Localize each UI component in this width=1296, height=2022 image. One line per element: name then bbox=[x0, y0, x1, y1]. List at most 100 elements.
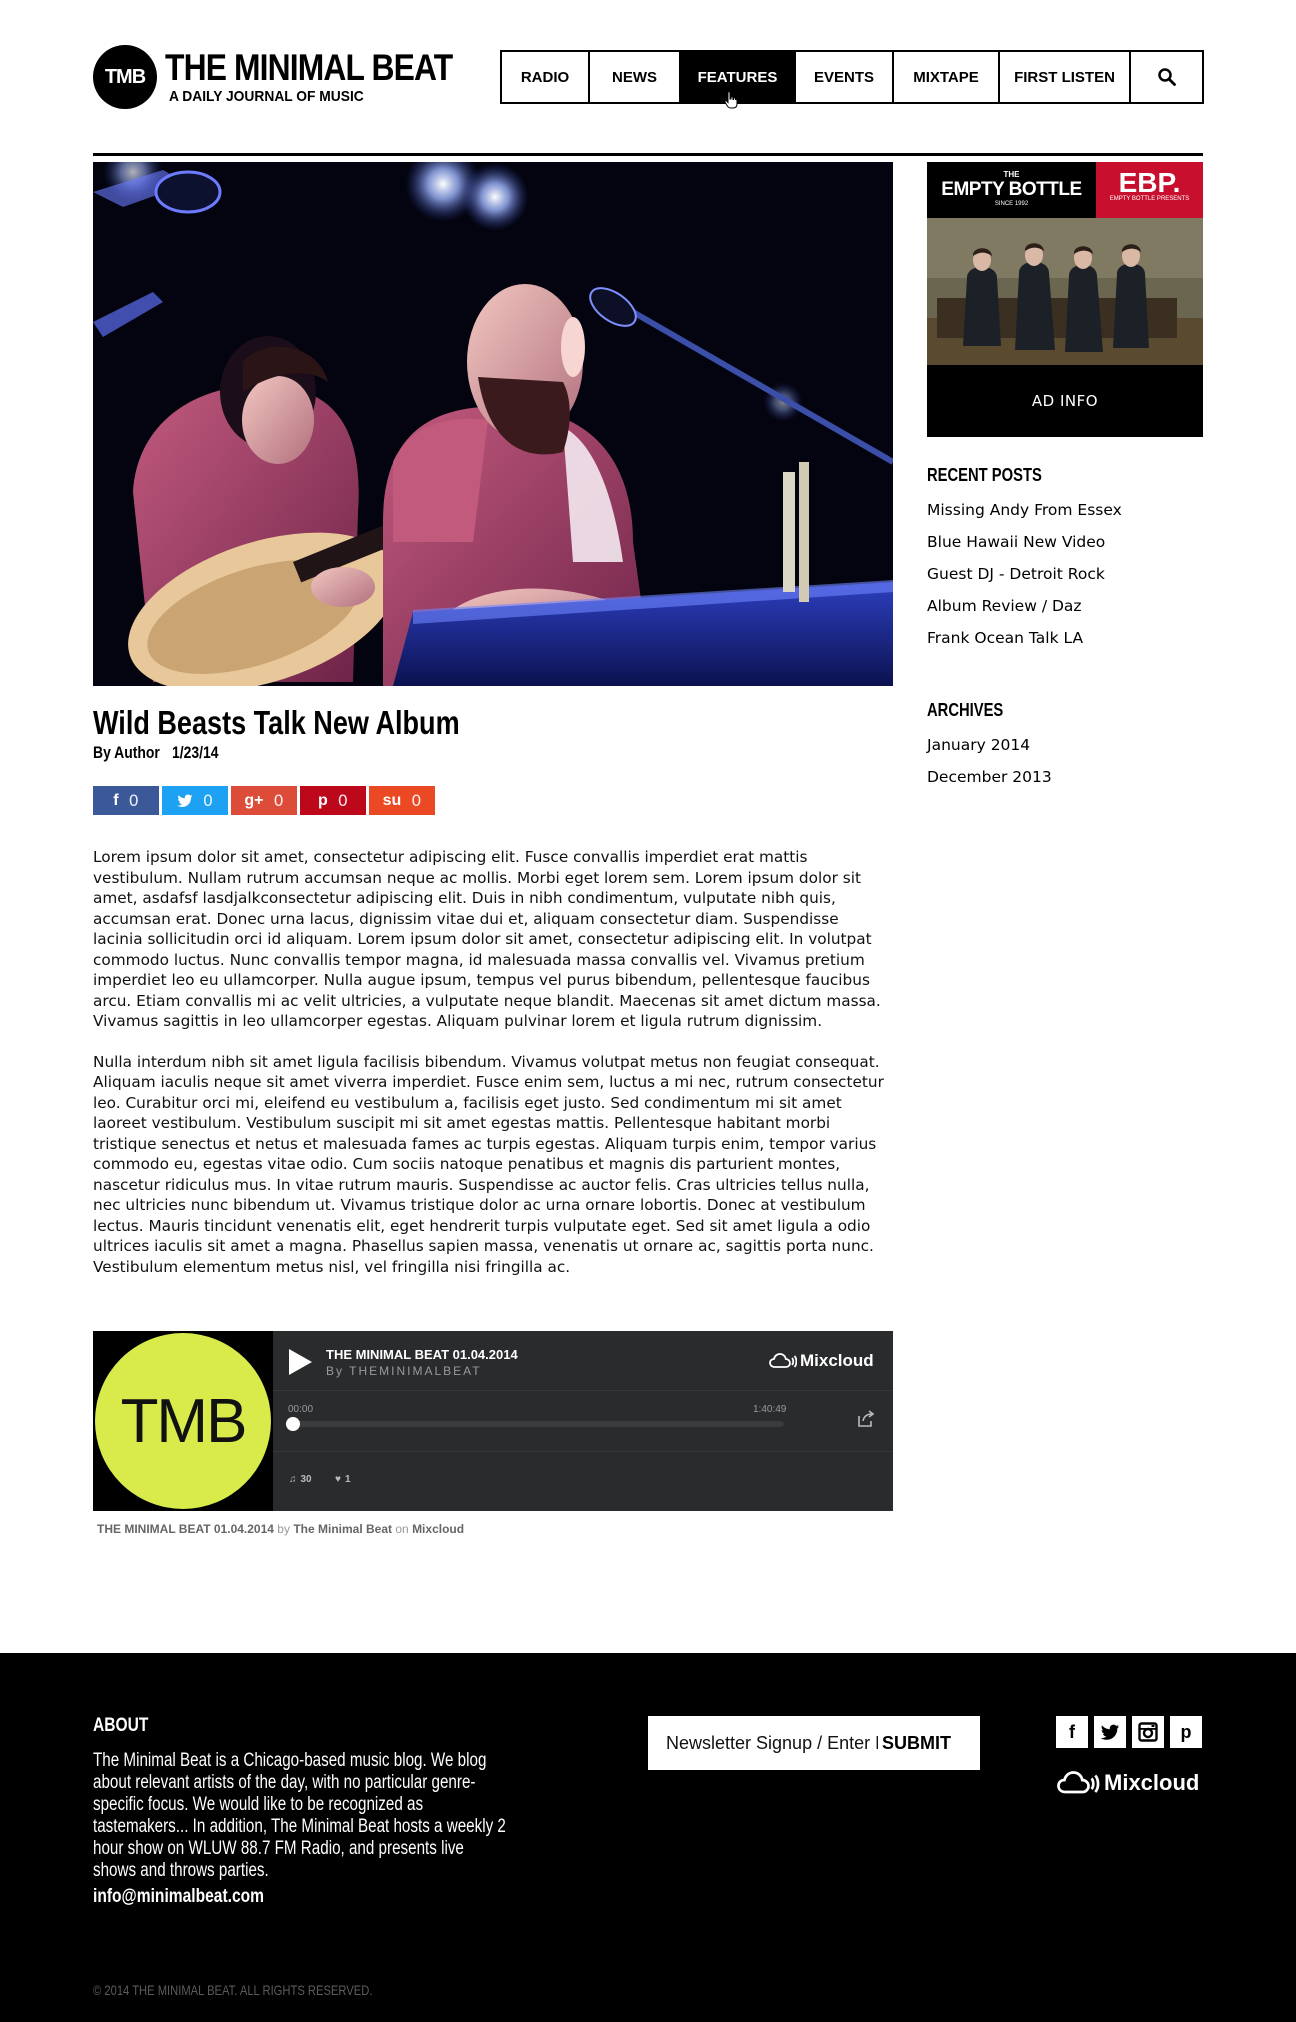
post-paragraph: Lorem ipsum dolor sit amet, consectetur … bbox=[93, 848, 881, 1030]
pinterest-icon[interactable]: p bbox=[1170, 1716, 1202, 1748]
about-heading: ABOUT bbox=[93, 1715, 149, 1736]
post-paragraph: Nulla interdum nibh sit amet ligula faci… bbox=[93, 1052, 884, 1276]
nav-item-radio[interactable]: RADIO bbox=[502, 52, 590, 102]
nav-item-features[interactable]: FEATURES bbox=[681, 52, 796, 102]
search-button[interactable] bbox=[1131, 52, 1202, 102]
share-count: 0 bbox=[128, 791, 139, 810]
like-count-value: 1 bbox=[344, 1474, 351, 1485]
share-stumbleupon-button[interactable]: su 0 bbox=[369, 786, 435, 815]
share-count: 0 bbox=[202, 791, 214, 810]
post-meta: By Author 1/23/14 bbox=[93, 743, 227, 763]
twitter-icon[interactable] bbox=[1094, 1716, 1126, 1748]
heart-icon: ♥ bbox=[335, 1474, 341, 1485]
pinterest-icon: p bbox=[318, 791, 328, 809]
share-count: 0 bbox=[273, 791, 284, 810]
ad-empty-bottle-logo: THE EMPTY BOTTLE SINCE 1992 bbox=[927, 162, 1096, 218]
post-author[interactable]: By Author bbox=[93, 743, 160, 762]
google-plus-icon: g+ bbox=[244, 791, 264, 809]
newsletter-submit-button[interactable]: SUBMIT bbox=[882, 1733, 951, 1754]
ad-ebp-mark: EBP. bbox=[1118, 167, 1181, 198]
progress-knob[interactable] bbox=[286, 1417, 300, 1431]
mixcloud-cloud-icon bbox=[769, 1353, 797, 1368]
archive-link[interactable]: December 2013 bbox=[927, 767, 1052, 799]
hand-cursor-icon bbox=[724, 91, 738, 109]
twitter-glyph bbox=[1100, 1724, 1120, 1740]
share-count: 0 bbox=[337, 791, 348, 810]
ad-info-button[interactable]: AD INFO bbox=[927, 365, 1203, 437]
stumbleupon-icon: su bbox=[382, 791, 402, 809]
caption-show-link[interactable]: THE MINIMAL BEAT 01.04.2014 bbox=[97, 1522, 274, 1536]
share-pinterest-button[interactable]: p 0 bbox=[300, 786, 366, 815]
recent-post-link[interactable]: Guest DJ - Detroit Rock bbox=[927, 564, 1122, 596]
player-divider bbox=[273, 1390, 893, 1391]
sidebar-ad[interactable]: THE EMPTY BOTTLE SINCE 1992 EBP. EMPTY B… bbox=[927, 162, 1203, 437]
site-header: TMB THE MINIMAL BEAT A DAILY JOURNAL OF … bbox=[93, 44, 1204, 114]
mixcloud-player: TMB THE MINIMAL BEAT 01.04.2014 By THEMI… bbox=[93, 1331, 893, 1511]
play-count: ♫ 30 bbox=[289, 1474, 312, 1485]
facebook-glyph: f bbox=[1069, 1721, 1075, 1742]
share-google-plus-button[interactable]: g+ 0 bbox=[231, 786, 297, 815]
ad-ebp-logo: EBP. EMPTY BOTTLE PRESENTS bbox=[1096, 162, 1203, 218]
share-buttons: f 0 0 g+ 0 p 0 su 0 bbox=[93, 786, 435, 815]
nav-item-events[interactable]: EVENTS bbox=[796, 52, 894, 102]
recent-posts-list: Missing Andy From Essex Blue Hawaii New … bbox=[927, 500, 1122, 660]
caption-by: by bbox=[277, 1522, 290, 1536]
caption-owner-link[interactable]: The Minimal Beat bbox=[293, 1522, 392, 1536]
ad-eb-name: EMPTY BOTTLE bbox=[941, 179, 1082, 200]
play-icon[interactable] bbox=[286, 1347, 314, 1377]
mixcloud-logo[interactable]: Mixcloud bbox=[769, 1351, 874, 1371]
share-facebook-button[interactable]: f 0 bbox=[93, 786, 159, 815]
logo-mark[interactable]: TMB bbox=[93, 45, 157, 109]
header-divider bbox=[93, 153, 1203, 156]
share-count: 0 bbox=[411, 791, 422, 810]
recent-post-link[interactable]: Album Review / Daz bbox=[927, 596, 1122, 628]
twitter-icon bbox=[177, 794, 193, 807]
progress-bar[interactable] bbox=[286, 1417, 784, 1431]
nav-item-mixtape[interactable]: MIXTAPE bbox=[894, 52, 1000, 102]
headphones-icon: ♫ bbox=[289, 1474, 297, 1485]
mixcloud-label: Mixcloud bbox=[800, 1351, 874, 1370]
ad-band-photo bbox=[927, 218, 1203, 365]
social-links: f p bbox=[1056, 1716, 1202, 1748]
player-divider bbox=[273, 1451, 893, 1452]
footer-mixcloud-label: Mixcloud bbox=[1104, 1770, 1200, 1795]
instagram-icon[interactable] bbox=[1132, 1716, 1164, 1748]
caption-platform-link[interactable]: Mixcloud bbox=[412, 1522, 464, 1536]
site-title[interactable]: THE MINIMAL BEAT bbox=[165, 47, 453, 89]
recent-post-link[interactable]: Blue Hawaii New Video bbox=[927, 532, 1122, 564]
track-title[interactable]: THE MINIMAL BEAT 01.04.2014 bbox=[326, 1347, 518, 1362]
player-caption: THE MINIMAL BEAT 01.04.2014 by The Minim… bbox=[97, 1522, 464, 1536]
footer-mixcloud-link[interactable]: Mixcloud bbox=[1056, 1770, 1199, 1796]
recent-post-link[interactable]: Frank Ocean Talk LA bbox=[927, 628, 1122, 660]
contact-email-link[interactable]: info@minimalbeat.com bbox=[93, 1886, 264, 1908]
nav-item-first-listen[interactable]: FIRST LISTEN bbox=[1000, 52, 1131, 102]
about-text: The Minimal Beat is a Chicago-based musi… bbox=[93, 1750, 506, 1881]
share-icon[interactable] bbox=[857, 1410, 875, 1428]
facebook-icon[interactable]: f bbox=[1056, 1716, 1088, 1748]
featured-image bbox=[93, 162, 893, 686]
site-footer: ABOUT The Minimal Beat is a Chicago-base… bbox=[0, 1653, 1296, 2022]
newsletter-email-input[interactable] bbox=[648, 1718, 878, 1768]
time-elapsed: 00:00 bbox=[288, 1404, 314, 1415]
track-owner[interactable]: By THEMINIMALBEAT bbox=[326, 1364, 482, 1378]
facebook-icon: f bbox=[113, 791, 119, 809]
mixcloud-cloud-icon bbox=[1057, 1771, 1100, 1794]
recent-post-link[interactable]: Missing Andy From Essex bbox=[927, 500, 1122, 532]
post-date: 1/23/14 bbox=[171, 743, 219, 762]
archive-link[interactable]: January 2014 bbox=[927, 735, 1052, 767]
ad-banner: THE EMPTY BOTTLE SINCE 1992 EBP. EMPTY B… bbox=[927, 162, 1203, 218]
archives-heading: ARCHIVES bbox=[927, 700, 1004, 720]
caption-on: on bbox=[395, 1522, 409, 1536]
like-count[interactable]: ♥ 1 bbox=[335, 1474, 351, 1485]
share-twitter-button[interactable]: 0 bbox=[162, 786, 228, 815]
copyright-text: © 2014 THE MINIMAL BEAT. ALL RIGHTS RESE… bbox=[93, 1982, 373, 1998]
play-count-value: 30 bbox=[300, 1474, 312, 1485]
recent-posts-heading: RECENT POSTS bbox=[927, 465, 1042, 485]
post-title: Wild Beasts Talk New Album bbox=[93, 704, 460, 741]
concert-photo bbox=[93, 162, 893, 686]
instagram-glyph bbox=[1138, 1722, 1158, 1742]
newsletter-form: SUBMIT bbox=[648, 1716, 980, 1770]
ad-eb-the: THE bbox=[1003, 170, 1020, 179]
site-tagline: A DAILY JOURNAL OF MUSIC bbox=[169, 88, 364, 105]
nav-item-news[interactable]: NEWS bbox=[590, 52, 681, 102]
